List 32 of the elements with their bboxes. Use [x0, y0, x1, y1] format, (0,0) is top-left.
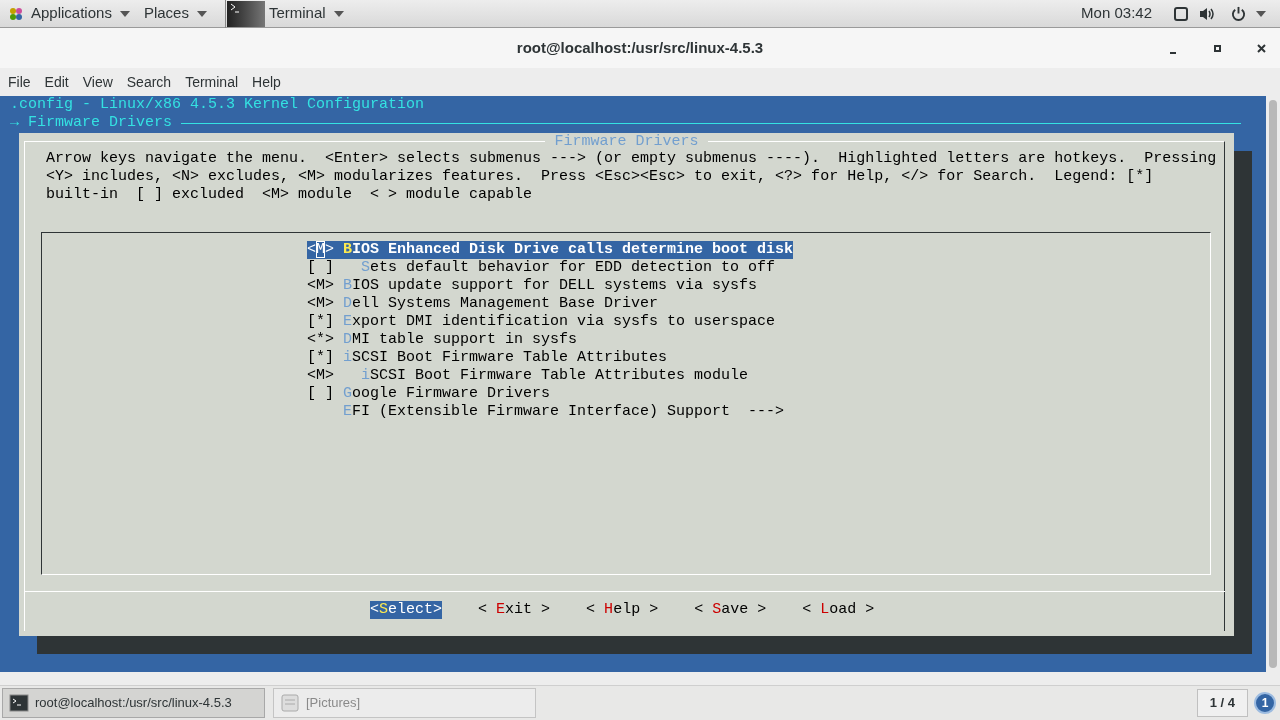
menu-item[interactable]: [*] iSCSI Boot Firmware Table Attributes — [307, 349, 668, 367]
menu-item[interactable]: Help — [245, 71, 288, 93]
taskbar-item[interactable]: root@localhost:/usr/src/linux-4.5.3 — [2, 688, 265, 718]
menu-item[interactable]: EFI (Extensible Firmware Interface) Support ---> — [307, 403, 785, 421]
menu-item[interactable]: <M> BIOS update support for DELL systems via sysfs — [307, 277, 758, 295]
help-text: Arrow keys navigate the menu. <Enter> selects submenus ---> (or empty submenus ----). Highlighted letters are hotkeys. Pressing <Y> includes, <N> excludes, <M> modularizes features. Press <Esc><Esc> to exit, <?> for Help, </> for Search. Legend: [*] built-in [ ] excluded <M> module < > module capable — [46, 150, 1217, 204]
dialog-button[interactable]: < Help > — [586, 601, 659, 619]
config-header: .config - Linux/x86 4.5.3 Kernel Configuration — [10, 96, 425, 113]
dialog-button[interactable]: < Save > — [694, 601, 767, 619]
places-menu[interactable]: Places — [143, 2, 189, 25]
window-title: root@localhost:/usr/src/linux-4.5.3 — [516, 37, 764, 58]
menu-item[interactable]: Edit — [37, 71, 76, 93]
workspace-indicator[interactable]: 1 / 4 — [1196, 689, 1248, 717]
menu-item[interactable]: <M> Dell Systems Management Base Driver — [307, 295, 659, 313]
breadcrumb: → Firmware Drivers — [10, 114, 173, 132]
clock[interactable]: Mon 03:42 — [1081, 2, 1152, 25]
menu-item[interactable]: View — [75, 71, 120, 93]
menu-item[interactable]: <*> DMI table support in sysfs — [307, 331, 578, 349]
dialog-button[interactable]: < Load > — [802, 601, 875, 619]
applications-menu[interactable]: Applications — [31, 2, 112, 25]
menu-item[interactable]: <M> iSCSI Boot Firmware Table Attributes module — [307, 367, 749, 385]
menu-item[interactable]: Terminal — [178, 71, 246, 93]
terminal-app-menu[interactable]: Terminal — [268, 2, 326, 25]
menu-item[interactable]: [ ] Sets default behavior for EDD detection to off — [307, 259, 776, 277]
dialog-button[interactable]: < Exit > — [478, 601, 551, 619]
menu-item[interactable]: File — [1, 71, 38, 93]
menu-item[interactable]: [ ] Google Firmware Drivers — [307, 385, 551, 403]
menu-item[interactable]: Search — [119, 71, 179, 93]
notification-badge[interactable]: 1 — [1254, 692, 1276, 714]
menu-item[interactable]: [*] Export DMI identification via sysfs to userspace — [307, 313, 776, 331]
dialog-button[interactable]: <Select> — [370, 601, 443, 619]
menu-item[interactable]: <M> BIOS Enhanced Disk Drive calls determine boot disk — [307, 241, 794, 259]
